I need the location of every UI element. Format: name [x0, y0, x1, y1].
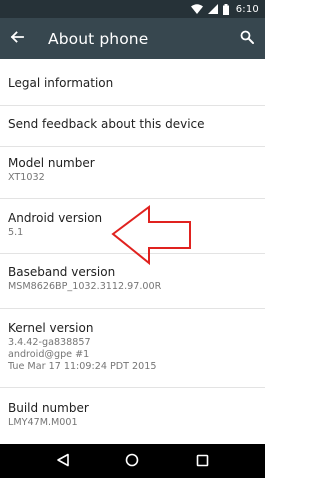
list-item-title: Build number	[8, 401, 89, 415]
list-item-model-number[interactable]: Model number XT1032	[0, 147, 265, 199]
list-item-subtitle-line: Tue Mar 17 11:09:24 PDT 2015	[8, 361, 157, 372]
home-circle-icon	[125, 452, 139, 471]
list-item-subtitle-line: 3.4.42-ga838857	[8, 337, 91, 348]
recents-square-icon	[196, 452, 209, 471]
page-title: About phone	[48, 29, 149, 48]
list-item-send-feedback[interactable]: Send feedback about this device	[0, 106, 265, 147]
back-arrow-icon	[10, 29, 24, 48]
navigation-bar	[0, 444, 265, 478]
list-item-title: Kernel version	[8, 321, 94, 335]
app-bar: About phone	[0, 18, 265, 59]
status-time: 6:10	[235, 3, 259, 15]
list-item-build-number[interactable]: Build number LMY47M.M001	[0, 388, 265, 444]
list-item-subtitle-line: android@gpe #1	[8, 349, 90, 360]
search-icon	[240, 29, 255, 48]
nav-back-button[interactable]	[46, 444, 80, 478]
list-item-subtitle: LMY47M.M001	[8, 417, 78, 428]
list-item-legal-information[interactable]: Legal information	[0, 59, 265, 106]
list-item-kernel-version[interactable]: Kernel version 3.4.42-ga838857 android@g…	[0, 309, 265, 388]
list-item-subtitle: XT1032	[8, 172, 45, 183]
annotation-arrow-icon	[111, 205, 193, 279]
list-item-subtitle: MSM8626BP_1032.3112.97.00R	[8, 281, 162, 292]
wifi-icon	[190, 4, 203, 14]
battery-icon	[222, 3, 229, 15]
nav-home-button[interactable]	[115, 444, 149, 478]
search-button[interactable]	[229, 18, 265, 59]
nav-recents-button[interactable]	[185, 444, 219, 478]
list-item-title: Model number	[8, 156, 95, 170]
list-item-title: Legal information	[8, 76, 114, 90]
back-triangle-icon	[56, 452, 70, 471]
back-button[interactable]	[0, 18, 34, 59]
cell-signal-icon	[207, 4, 218, 14]
list-item-title: Send feedback about this device	[8, 117, 205, 131]
status-bar: 6:10	[0, 0, 265, 18]
